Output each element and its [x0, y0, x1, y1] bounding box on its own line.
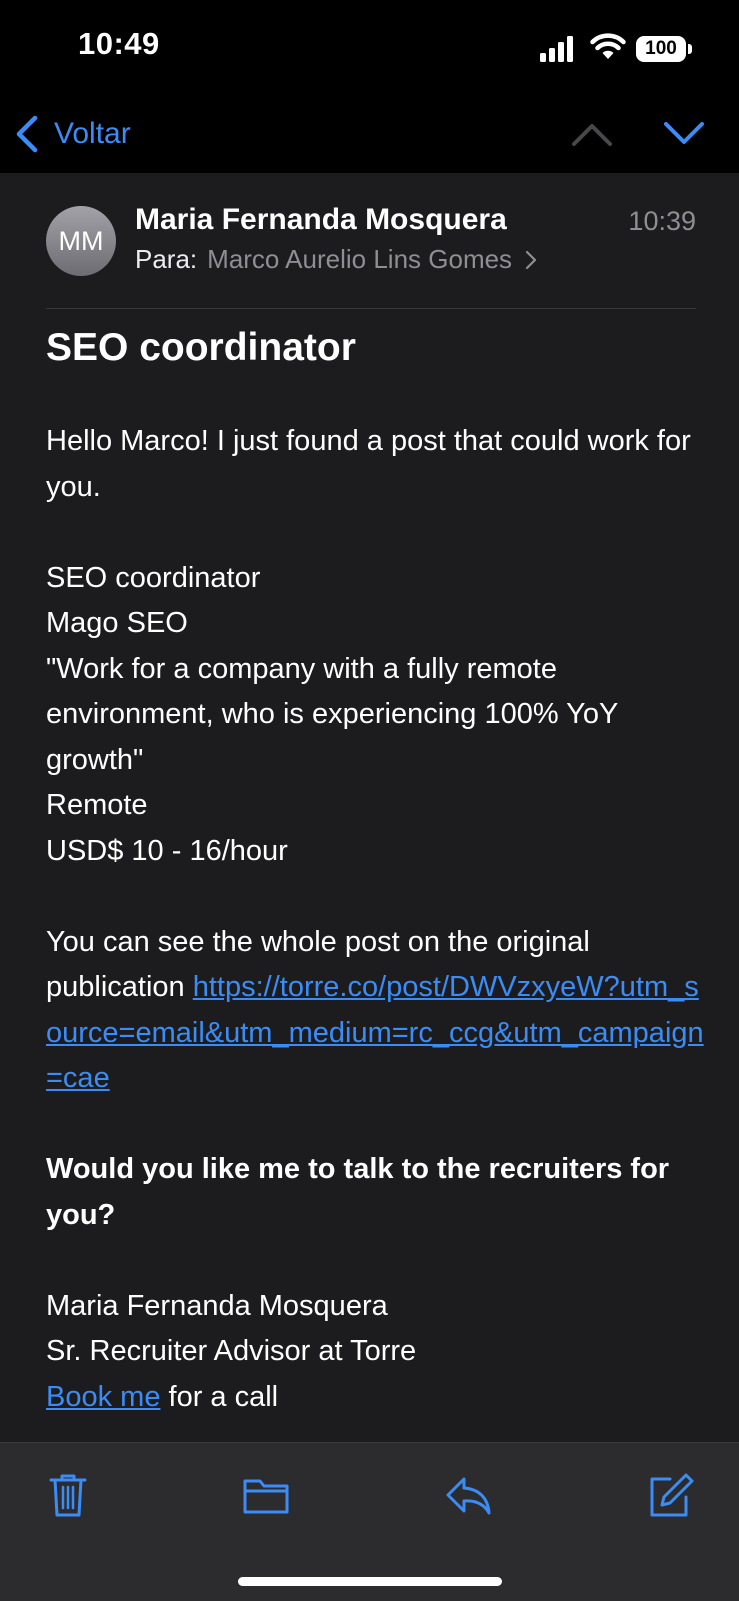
- signature-name: Maria Fernanda Mosquera: [46, 1289, 388, 1322]
- greeting: Hello Marco! I just found a post that co…: [46, 425, 691, 503]
- wifi-icon: [590, 33, 626, 59]
- folder-icon[interactable]: [242, 1471, 290, 1519]
- book-call-line: Book me for a call: [46, 1375, 706, 1421]
- chevron-up-icon[interactable]: [568, 116, 616, 150]
- recipient-row[interactable]: Para: Marco Aurelio Lins Gomes: [135, 244, 538, 275]
- job-quote: "Work for a company with a fully remote …: [46, 652, 618, 776]
- status-bar: 10:49 100: [0, 0, 739, 96]
- book-me-link[interactable]: Book me: [46, 1381, 160, 1413]
- reply-icon[interactable]: [444, 1471, 492, 1519]
- question-text: Would you like me to talk to the recruit…: [46, 1153, 670, 1231]
- job-location: Remote: [46, 789, 148, 821]
- chevron-down-icon[interactable]: [660, 116, 708, 150]
- status-time: 10:49: [78, 26, 160, 61]
- sent-time: 10:39: [628, 206, 696, 236]
- see-post-paragraph: You can see the whole post on the origin…: [46, 920, 706, 1102]
- company-name: Mago SEO: [46, 607, 188, 639]
- job-title: SEO coordinator: [46, 561, 261, 594]
- battery-tip: [688, 44, 692, 54]
- chevron-left-icon: [16, 115, 38, 153]
- back-button[interactable]: Voltar: [14, 112, 131, 156]
- recipient-name[interactable]: Marco Aurelio Lins Gomes: [207, 244, 512, 275]
- email-header: MM Maria Fernanda Mosquera 10:39 Para: M…: [46, 200, 696, 309]
- sender-name[interactable]: Maria Fernanda Mosquera: [135, 203, 507, 237]
- email-subject: SEO coordinator: [46, 326, 356, 369]
- to-label: Para:: [135, 244, 198, 274]
- back-label: Voltar: [54, 117, 131, 150]
- signature-role: Sr. Recruiter Advisor at Torre: [46, 1335, 417, 1367]
- home-indicator[interactable]: [238, 1577, 502, 1586]
- cellular-signal-icon: [540, 36, 573, 62]
- trash-icon[interactable]: [45, 1471, 91, 1519]
- compose-icon[interactable]: [648, 1471, 694, 1519]
- email-body: Hello Marco! I just found a post that co…: [46, 419, 706, 1420]
- job-salary: USD$ 10 - 16/hour: [46, 834, 288, 867]
- avatar[interactable]: MM: [46, 206, 116, 276]
- navigation-bar: Voltar: [0, 96, 739, 173]
- book-call-suffix: for a call: [160, 1380, 279, 1413]
- chevron-right-icon: [525, 250, 537, 269]
- battery-icon: 100: [636, 36, 686, 62]
